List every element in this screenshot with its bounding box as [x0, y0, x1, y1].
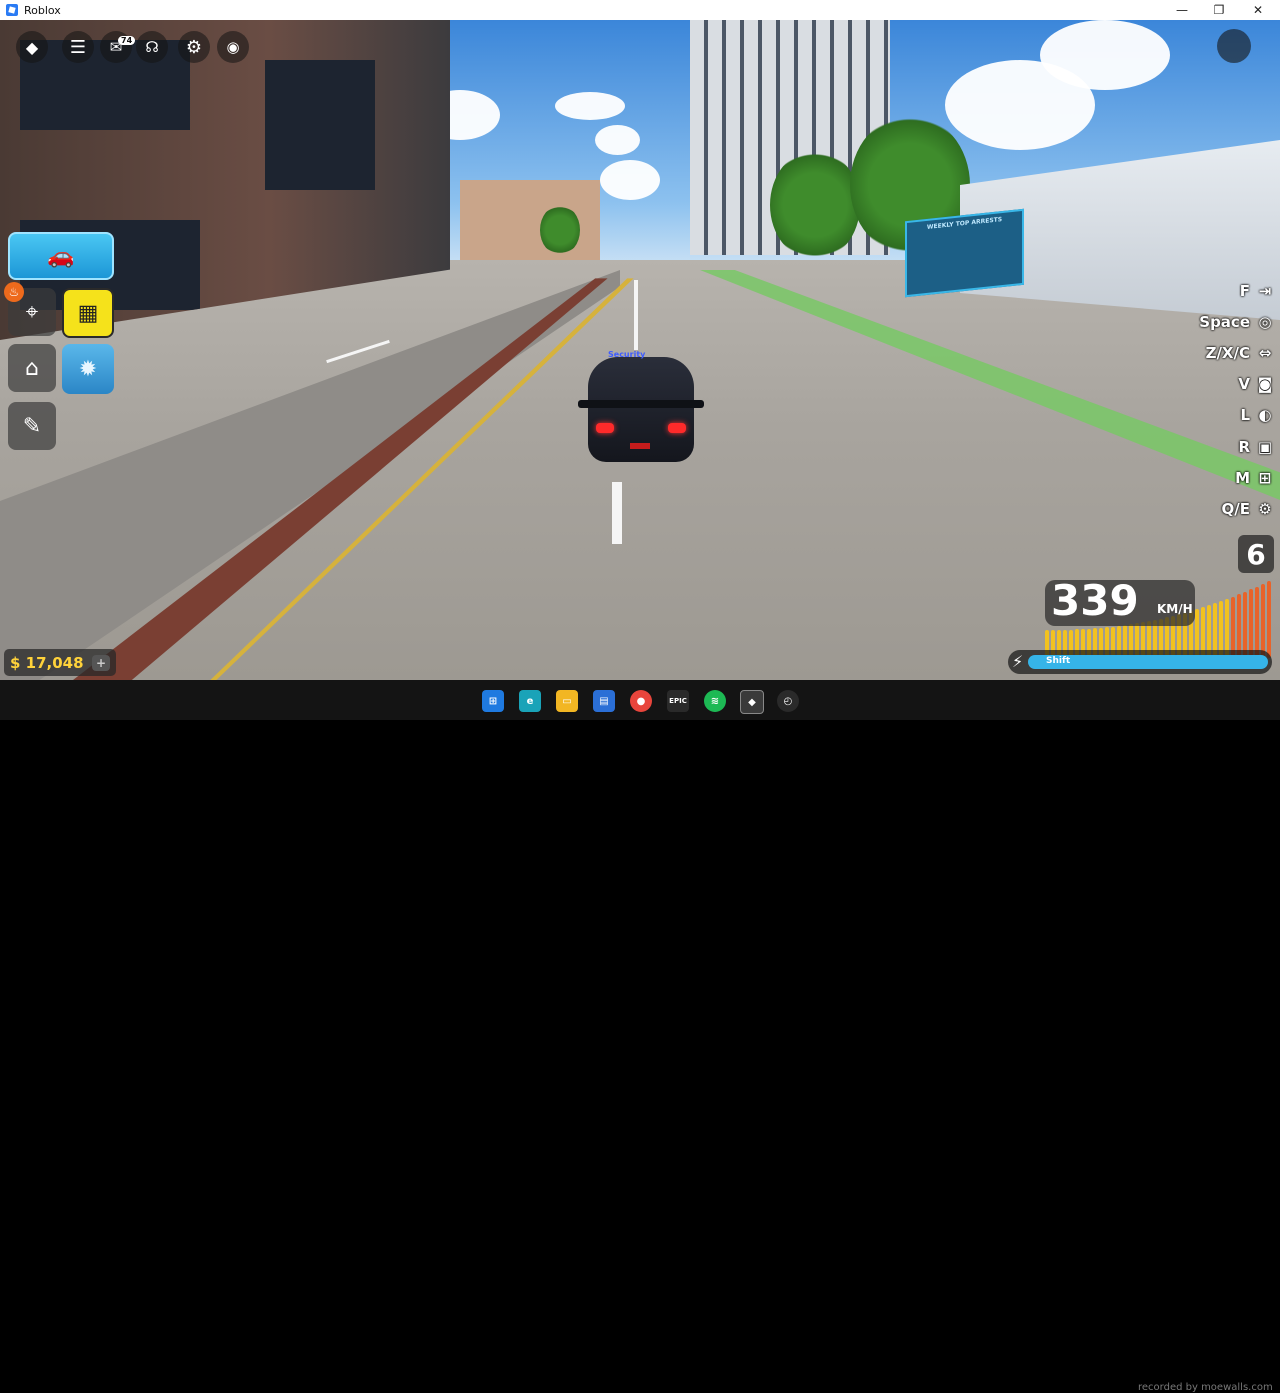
currency-symbol: $ — [10, 653, 21, 672]
rpm-bar — [1237, 594, 1241, 658]
store-icon: ▦ — [77, 300, 99, 326]
rpm-bar — [1261, 583, 1265, 658]
customize-button[interactable]: ✎ — [8, 402, 56, 450]
roblox-icon[interactable]: ◆ — [740, 690, 764, 714]
rpm-bar — [1255, 586, 1259, 658]
control-hint: Q/E ⚙ — [1222, 498, 1276, 520]
chrome-icon[interactable]: ● — [630, 690, 652, 712]
arrests-leaderboard-sign: WEEKLY TOP ARRESTS — [905, 208, 1024, 298]
paint-roller-icon: ✎ — [22, 413, 42, 439]
camera-icon: ◙ — [1257, 375, 1273, 393]
gear-settings-icon: ⚙ — [1258, 500, 1272, 518]
cloud — [555, 92, 625, 120]
window-titlebar: Roblox — ❐ ✕ — [0, 0, 1280, 20]
control-hint: L ◐ — [1240, 404, 1276, 426]
map-icon: ⊞ — [1258, 469, 1272, 487]
map-pin-icon: ⌖ — [25, 299, 39, 325]
player-car — [578, 345, 704, 470]
indicator-icon: ⇔ — [1258, 344, 1272, 362]
voice-icon[interactable]: ☊ — [136, 31, 168, 63]
speed-value: 339 — [1051, 576, 1139, 625]
money-amount: 17,048 — [25, 653, 84, 672]
rpm-bar — [1243, 591, 1247, 658]
badge-icon: ✹ — [78, 356, 98, 382]
lane-dash — [612, 482, 622, 544]
control-hint: Z/X/C ⇔ — [1206, 342, 1276, 364]
speed-unit: KM/H — [1157, 602, 1193, 616]
minimize-button[interactable]: — — [1162, 0, 1202, 20]
cloud — [595, 125, 640, 155]
nitro-shift-bar: ⚡ Shift — [1008, 650, 1272, 674]
chat-count-badge: 74 — [118, 36, 136, 45]
car-icon: 🚗 — [47, 243, 75, 269]
cloud — [600, 160, 660, 200]
window-title: Roblox — [24, 3, 61, 17]
store-icon[interactable]: ▤ — [593, 690, 615, 712]
brake-icon: ◎ — [1258, 313, 1272, 331]
screenshot-camera-icon[interactable]: ◉ — [217, 31, 249, 63]
gear-indicator: 6 — [1238, 535, 1274, 573]
leaderboard-icon[interactable] — [1217, 29, 1251, 63]
exit-icon: ⇥ — [1258, 282, 1272, 300]
roblox-app-icon — [6, 4, 18, 16]
epic-games-icon[interactable]: EPIC — [667, 690, 689, 712]
file-explorer-icon[interactable]: ▭ — [556, 690, 578, 712]
rpm-bar — [1249, 589, 1253, 658]
spotify-icon[interactable]: ≋ — [704, 690, 726, 712]
speedometer: 339 KM/H — [1045, 576, 1195, 626]
windows-start-icon[interactable]: ⊞ — [482, 690, 504, 712]
tree — [770, 150, 860, 260]
control-hint: F ⇥ — [1240, 280, 1276, 302]
rpm-bar — [1231, 596, 1235, 658]
hamburger-menu-icon[interactable]: ☰ — [62, 31, 94, 63]
player-nametag: Security — [608, 350, 646, 359]
recording-watermark: recorded by moewalls.com — [1138, 1382, 1273, 1393]
edge-icon[interactable]: e — [519, 690, 541, 712]
rewards-button[interactable]: ✹ — [62, 344, 114, 394]
windows-taskbar: ⊞ e ▭ ▤ ● EPIC ≋ ◆ ◴ recorded by moewall… — [0, 680, 1280, 1393]
clock-icon[interactable]: ◴ — [777, 690, 799, 712]
close-button[interactable]: ✕ — [1238, 0, 1278, 20]
tree — [540, 205, 580, 255]
radio-icon: ▣ — [1257, 438, 1273, 456]
add-money-button[interactable]: + — [92, 655, 110, 671]
cloud — [1040, 20, 1170, 90]
roblox-menu-button[interactable]: ◆ — [16, 31, 48, 63]
lane-dash — [634, 280, 638, 350]
settings-gear-icon[interactable]: ⚙ — [178, 31, 210, 63]
vehicle-spawn-button[interactable]: 🚗 — [8, 232, 114, 280]
rpm-bar — [1267, 580, 1271, 658]
shift-label: Shift — [1046, 656, 1071, 666]
house-icon: ⌂ — [25, 355, 39, 381]
control-hint: Space ◎ — [1199, 311, 1276, 333]
headlight-icon: ◐ — [1258, 406, 1272, 424]
control-hint: M ⊞ — [1235, 467, 1276, 489]
lightning-icon: ⚡ — [1012, 652, 1024, 671]
maximize-button[interactable]: ❐ — [1199, 0, 1239, 20]
shop-button[interactable]: ▦ — [62, 288, 114, 338]
control-hint: R ▣ — [1238, 436, 1276, 458]
fire-icon: ♨ — [4, 282, 24, 302]
control-hint: V ◙ — [1238, 373, 1276, 395]
distant-building — [460, 180, 600, 260]
home-button[interactable]: ⌂ — [8, 344, 56, 392]
money-display: $ 17,048 + — [4, 649, 116, 676]
